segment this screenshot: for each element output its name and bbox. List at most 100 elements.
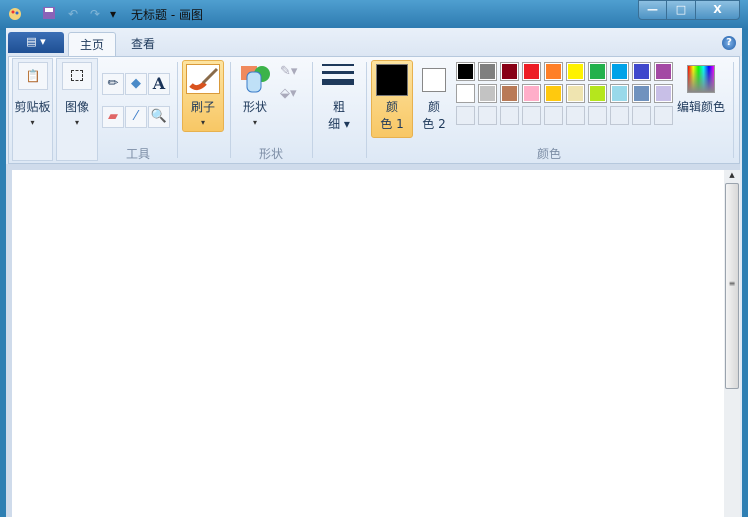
color-palette	[456, 62, 676, 128]
image-dropdown-arrow[interactable]: ▾	[56, 118, 98, 127]
tab-view[interactable]: 查看	[120, 32, 166, 56]
size-label-line1[interactable]: 粗	[318, 99, 360, 116]
brush-icon	[186, 64, 220, 94]
palette-swatch-empty[interactable]	[544, 106, 563, 125]
swatch-fill	[612, 86, 627, 101]
tools-group-label: 工具	[125, 147, 150, 161]
palette-swatch[interactable]	[632, 84, 651, 103]
fill-icon[interactable]: ⬙▾	[280, 86, 297, 101]
text-tool-icon[interactable]: A	[148, 73, 170, 95]
swatch-fill	[590, 64, 605, 79]
save-icon[interactable]	[40, 6, 58, 22]
brushes-label: 刷子	[190, 100, 215, 114]
swatch-fill	[480, 108, 495, 123]
size-icon[interactable]	[322, 64, 354, 85]
paint-app-icon[interactable]	[6, 6, 24, 22]
swatch-fill	[568, 64, 583, 79]
clipboard-dropdown-arrow[interactable]: ▾	[12, 118, 53, 127]
customize-quick-access-button[interactable]: ▾	[104, 6, 122, 22]
palette-swatch[interactable]	[588, 84, 607, 103]
palette-swatch-empty[interactable]	[566, 106, 585, 125]
swatch-fill	[502, 64, 517, 79]
color2-swatch[interactable]	[422, 68, 446, 92]
shapes-group-label: 形状	[258, 147, 283, 161]
paint-menu-button[interactable]: ▤ ▾	[8, 32, 64, 53]
divider	[366, 62, 367, 158]
minimize-button[interactable]: —	[638, 0, 667, 20]
divider	[733, 62, 734, 158]
palette-swatch[interactable]	[522, 84, 541, 103]
swatch-fill	[502, 86, 517, 101]
edit-colors-label[interactable]: 编辑颜色	[674, 99, 728, 116]
swatch-fill	[590, 108, 605, 123]
redo-icon[interactable]: ↷	[86, 6, 104, 22]
maximize-button[interactable]: □	[666, 0, 696, 20]
palette-swatch[interactable]	[500, 62, 519, 81]
palette-swatch-empty[interactable]	[500, 106, 519, 125]
swatch-fill	[634, 86, 649, 101]
outline-icon[interactable]: ✎▾	[280, 64, 297, 79]
drawing-canvas[interactable]	[12, 170, 724, 517]
palette-swatch[interactable]	[632, 62, 651, 81]
close-button[interactable]: X	[695, 0, 740, 20]
palette-swatch[interactable]	[478, 84, 497, 103]
shapes-button-label[interactable]: 形状	[236, 99, 274, 116]
palette-swatch-empty[interactable]	[456, 106, 475, 125]
color1-swatch	[376, 64, 408, 96]
swatch-fill	[458, 108, 473, 123]
palette-swatch[interactable]	[610, 62, 629, 81]
swatch-fill	[524, 64, 539, 79]
select-button[interactable]	[62, 62, 92, 90]
fill-bucket-icon[interactable]: ◆	[125, 73, 147, 95]
scroll-up-button[interactable]: ▲	[724, 171, 740, 182]
palette-swatch[interactable]	[654, 84, 673, 103]
brushes-dropdown-arrow: ▾	[200, 118, 205, 127]
tab-home[interactable]: 主页	[68, 32, 117, 56]
paste-button[interactable]: 📋	[18, 62, 48, 90]
palette-swatch[interactable]	[456, 62, 475, 81]
palette-swatch[interactable]	[456, 84, 475, 103]
palette-swatch-empty[interactable]	[478, 106, 497, 125]
swatch-fill	[590, 86, 605, 101]
scrollbar-thumb[interactable]: ≡	[725, 183, 739, 389]
color-picker-icon[interactable]: ⁄	[125, 106, 147, 128]
palette-swatch[interactable]	[544, 62, 563, 81]
palette-swatch-empty[interactable]	[632, 106, 651, 125]
palette-swatch[interactable]	[566, 84, 585, 103]
pencil-icon[interactable]: ✏	[102, 73, 124, 95]
image-label[interactable]: 图像	[56, 99, 98, 116]
swatch-fill	[546, 64, 561, 79]
palette-swatch[interactable]	[654, 62, 673, 81]
shapes-icon[interactable]	[240, 64, 272, 97]
size-label-line2[interactable]: 细 ▾	[318, 116, 360, 133]
clipboard-label[interactable]: 剪贴板	[12, 99, 53, 116]
palette-swatch-empty[interactable]	[588, 106, 607, 125]
palette-swatch[interactable]	[588, 62, 607, 81]
color2-label-line2[interactable]: 色 2	[414, 116, 454, 133]
eraser-icon[interactable]: ▰	[102, 106, 124, 128]
swatch-fill	[524, 86, 539, 101]
swatch-fill	[612, 108, 627, 123]
palette-swatch[interactable]	[566, 62, 585, 81]
shapes-dropdown-arrow[interactable]: ▾	[236, 118, 274, 127]
palette-swatch[interactable]	[544, 84, 563, 103]
help-icon[interactable]: ?	[722, 36, 736, 50]
palette-swatch[interactable]	[522, 62, 541, 81]
color2-label-line1[interactable]: 颜	[414, 99, 454, 116]
magnifier-icon[interactable]: 🔍	[148, 106, 170, 128]
palette-swatch[interactable]	[500, 84, 519, 103]
swatch-fill	[656, 64, 671, 79]
palette-swatch[interactable]	[478, 62, 497, 81]
selection-icon	[71, 70, 83, 81]
color1-label-line2: 色 1	[380, 117, 404, 131]
swatch-fill	[568, 108, 583, 123]
palette-swatch[interactable]	[610, 84, 629, 103]
divider	[177, 62, 178, 158]
palette-swatch-empty[interactable]	[654, 106, 673, 125]
edit-colors-icon[interactable]	[687, 65, 715, 93]
palette-swatch-empty[interactable]	[610, 106, 629, 125]
undo-icon[interactable]: ↶	[64, 6, 82, 22]
swatch-fill	[480, 64, 495, 79]
clipboard-icon: 📋	[25, 69, 41, 83]
palette-swatch-empty[interactable]	[522, 106, 541, 125]
